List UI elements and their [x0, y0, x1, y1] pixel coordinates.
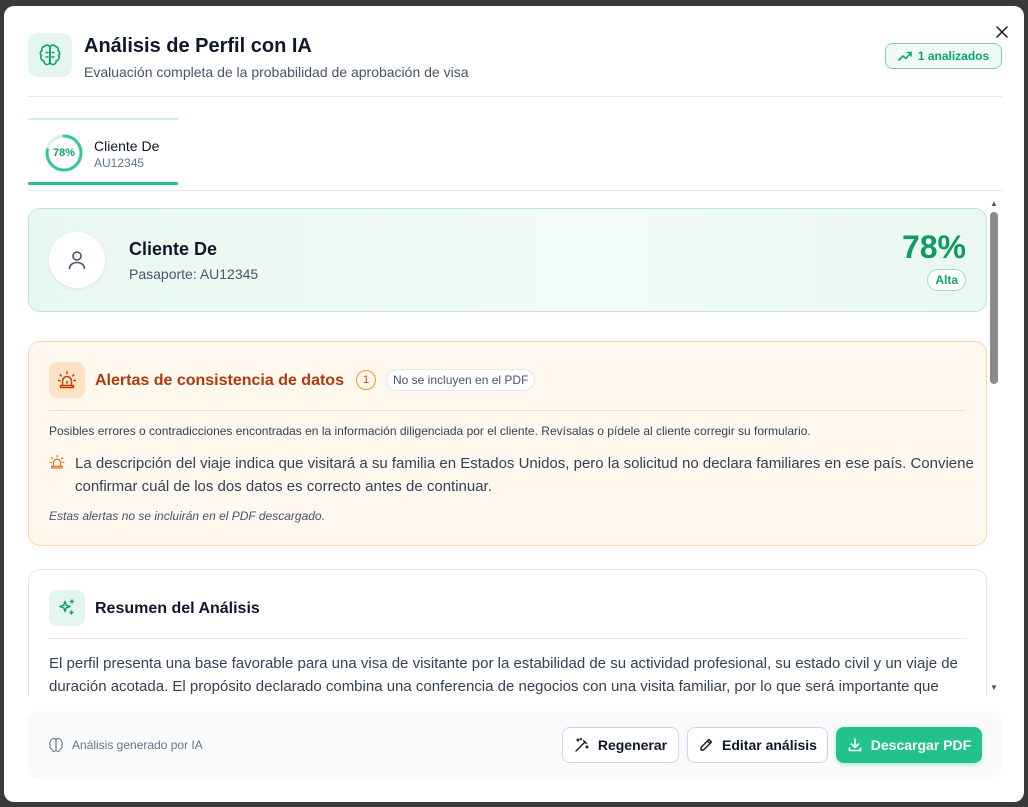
tab-client-name: Cliente De: [94, 138, 160, 154]
consistency-alerts-card: Alertas de consistencia de datos 1 No se…: [28, 341, 987, 546]
alerts-divider: [49, 410, 966, 411]
user-icon: [68, 251, 86, 270]
edit-analysis-button[interactable]: Editar análisis: [687, 727, 828, 763]
ai-generated-label: Análisis generado por IA: [72, 738, 203, 752]
regenerate-label: Regenerar: [597, 737, 668, 753]
regenerate-button[interactable]: Regenerar: [562, 727, 679, 763]
not-in-pdf-tag: No se incluyen en el PDF: [386, 369, 536, 391]
profile-analysis-dialog: Análisis de Perfil con IA Evaluación com…: [4, 6, 1024, 802]
dialog-footer: Análisis generado por IA Regenerar Edita…: [28, 711, 1002, 778]
scrollbar[interactable]: ▲ ▼: [989, 198, 999, 692]
ai-generated-note: Análisis generado por IA: [48, 737, 203, 753]
summary-text: El perfil presenta una base favorable pa…: [49, 655, 958, 695]
alerts-title: Alertas de consistencia de datos: [95, 372, 344, 389]
summary-title: Resumen del Análisis: [95, 600, 260, 617]
client-tab[interactable]: 78% Cliente De AU12345: [28, 118, 178, 185]
analyzed-count-label: 1 analizados: [917, 49, 990, 63]
siren-icon: [49, 362, 85, 398]
scroll-up-arrow-icon[interactable]: ▲: [989, 198, 999, 208]
brain-icon: [28, 33, 72, 77]
download-icon: [848, 738, 862, 752]
trending-up-icon: [898, 51, 912, 61]
magic-wand-icon: [575, 737, 589, 752]
edit-analysis-label: Editar análisis: [722, 737, 817, 753]
brain-icon: [49, 737, 63, 752]
pencil-icon: [700, 738, 713, 751]
alerts-count-badge: 1: [356, 370, 376, 390]
profile-summary-card: Cliente De Pasaporte: AU12345 78% Alta: [28, 208, 987, 312]
profile-passport: Pasaporte: AU12345: [129, 266, 259, 282]
download-pdf-button[interactable]: Descargar PDF: [836, 727, 982, 763]
header-divider: [28, 96, 1002, 97]
tab-score: 78%: [52, 147, 76, 159]
analysis-summary-card: Resumen del Análisis El perfil presenta …: [28, 569, 987, 696]
dialog-header: Análisis de Perfil con IA Evaluación com…: [28, 33, 1002, 97]
alerts-description: Posibles errores o contradicciones encon…: [49, 424, 811, 438]
alerts-footnote: Estas alertas no se incluirán en el PDF …: [49, 509, 325, 523]
analysis-scroll-area[interactable]: Cliente De Pasaporte: AU12345 78% Alta A…: [4, 191, 1024, 696]
summary-divider: [49, 638, 966, 639]
tab-client-passport: AU12345: [94, 156, 145, 170]
scrollbar-thumb[interactable]: [990, 212, 998, 384]
probability-level-badge: Alta: [927, 269, 966, 291]
profile-score: 78%: [901, 229, 966, 265]
sparkles-icon: [49, 590, 85, 626]
alert-item: La descripción del viaje indica que visi…: [75, 455, 974, 495]
scroll-down-arrow-icon[interactable]: ▼: [989, 682, 999, 692]
siren-icon: [49, 454, 65, 469]
analyzed-count-badge: 1 analizados: [885, 43, 1002, 69]
profile-name: Cliente De: [129, 239, 218, 259]
dialog-subtitle: Evaluación completa de la probabilidad d…: [84, 64, 469, 80]
download-pdf-label: Descargar PDF: [870, 737, 972, 753]
dialog-title: Análisis de Perfil con IA: [84, 35, 312, 57]
avatar: [49, 232, 105, 288]
